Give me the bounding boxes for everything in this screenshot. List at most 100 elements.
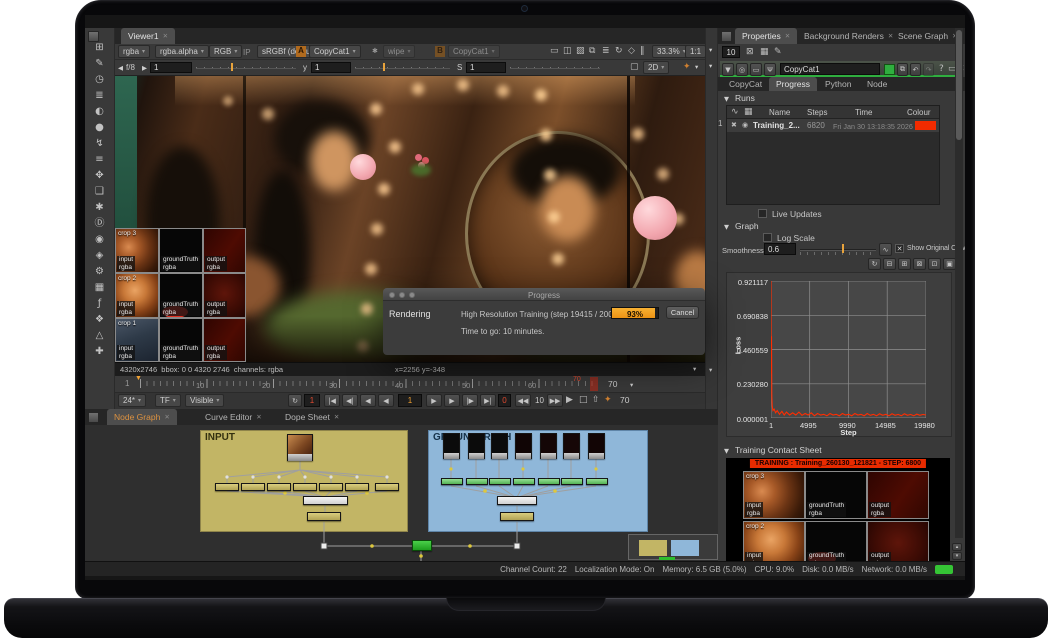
- range-end-marker[interactable]: [590, 377, 598, 391]
- close-icon[interactable]: ✕: [256, 413, 261, 421]
- fstop-prev-icon[interactable]: ◀: [118, 64, 123, 72]
- proxy-icon[interactable]: ◫: [563, 47, 572, 56]
- column-steps[interactable]: Steps: [807, 108, 827, 117]
- tab-dope-sheet[interactable]: Dope Sheet✕: [278, 409, 346, 425]
- tab-curve-editor[interactable]: Curve Editor✕: [198, 409, 269, 425]
- pane-menu-icon[interactable]: [88, 412, 99, 423]
- alpha-layer-select[interactable]: rgba.alpha▾: [155, 45, 209, 58]
- help-icon[interactable]: ?: [939, 65, 944, 74]
- run-visible-icon[interactable]: ◉: [742, 122, 748, 129]
- crop-node[interactable]: [241, 483, 265, 491]
- pencil-icon[interactable]: ✎: [774, 48, 782, 57]
- pause-icon[interactable]: ‖: [640, 47, 645, 56]
- collapse-toolbar-icon[interactable]: ▾: [695, 63, 698, 71]
- step-back-button[interactable]: ◀: [378, 394, 394, 407]
- gamma-slider[interactable]: [355, 67, 450, 69]
- redo-icon[interactable]: ↷: [923, 63, 934, 76]
- smoothness-field[interactable]: 0.6: [764, 243, 796, 255]
- gain-slider[interactable]: [196, 67, 296, 69]
- smoothness-slider-handle[interactable]: [842, 244, 844, 253]
- gain-slider-handle[interactable]: [231, 63, 233, 71]
- other-icon[interactable]: ▦: [85, 280, 114, 296]
- input-process-icon[interactable]: ✦: [683, 63, 691, 72]
- loop-button[interactable]: ↻: [288, 394, 302, 407]
- in-frame-field[interactable]: 1: [304, 394, 320, 407]
- panel-scrollbar[interactable]: [955, 28, 963, 538]
- info-bar-chevron-icon[interactable]: ▾: [693, 365, 696, 373]
- help-icon[interactable]: ✚: [85, 344, 114, 360]
- scroll-down-button[interactable]: ▾: [952, 552, 962, 560]
- crop-node[interactable]: [375, 483, 399, 491]
- wipe-mode-icon[interactable]: ✱: [372, 48, 378, 55]
- node-name-field[interactable]: CopyCat1: [780, 63, 880, 75]
- read-node-gt[interactable]: [468, 433, 485, 459]
- runs-table[interactable]: ∿ ▦ Name Steps Time Colour ✖ ◉ Training_…: [726, 105, 940, 205]
- lock-range-icon[interactable]: ⇧: [592, 396, 600, 405]
- undo-icon[interactable]: ↶: [910, 63, 921, 76]
- grade-node[interactable]: [466, 478, 488, 485]
- copycat-node[interactable]: [412, 540, 432, 551]
- tab-python[interactable]: Python: [818, 77, 858, 91]
- play-backward-button[interactable]: ◀: [360, 394, 376, 407]
- pane-menu-icon[interactable]: [88, 31, 99, 42]
- filter-icon[interactable]: ●: [85, 120, 114, 136]
- grade-node[interactable]: [489, 478, 511, 485]
- keyer-icon[interactable]: ↯: [85, 136, 114, 152]
- delete-run-icon[interactable]: ✖: [731, 122, 737, 129]
- threed-icon[interactable]: ❑: [85, 184, 114, 200]
- grade-node[interactable]: [441, 478, 463, 485]
- pane-menu-icon[interactable]: [721, 31, 732, 42]
- training-contact-sheet[interactable]: TRAINING : Training_260130_121821 - STEP…: [726, 458, 950, 561]
- grid-icon[interactable]: ▦: [760, 48, 769, 57]
- column-colour[interactable]: Colour: [907, 108, 931, 117]
- frame-selected-icon[interactable]: ⊠: [913, 258, 926, 270]
- tab-node[interactable]: Node: [860, 77, 894, 91]
- scroll-up-button[interactable]: ▴: [952, 543, 962, 551]
- divider-chevron-icon[interactable]: ▾: [709, 62, 712, 70]
- smoothness-slider[interactable]: [800, 249, 876, 251]
- close-icon[interactable]: ✕: [334, 413, 339, 421]
- crop-node[interactable]: [345, 483, 369, 491]
- localization-icon[interactable]: ✦: [604, 396, 612, 405]
- clip-warning-icon[interactable]: ◇: [628, 47, 635, 56]
- prev-keyframe-button[interactable]: ◀|: [342, 394, 358, 407]
- ruler-chevron-icon[interactable]: ▾: [630, 381, 633, 389]
- close-icon[interactable]: ✕: [163, 32, 168, 40]
- run-colour-swatch[interactable]: [915, 121, 936, 130]
- zoom-out-icon[interactable]: ⊟: [883, 258, 896, 270]
- live-updates-checkbox[interactable]: [758, 209, 767, 218]
- crop-node[interactable]: [293, 483, 317, 491]
- pane-divider[interactable]: ▾ ▾ ▾: [705, 28, 718, 409]
- views-icon[interactable]: ◉: [85, 232, 114, 248]
- visibility-select[interactable]: Visible▾: [185, 394, 224, 407]
- read-node-gt[interactable]: [491, 433, 508, 459]
- gain-field[interactable]: 1: [150, 62, 192, 73]
- read-node-gt[interactable]: [588, 433, 605, 459]
- tab-node-graph[interactable]: Node Graph✕: [107, 409, 177, 425]
- channels-icon[interactable]: ≣: [602, 47, 610, 56]
- read-node-gt[interactable]: [540, 433, 557, 459]
- timeline-mode-select[interactable]: TF▾: [155, 394, 181, 407]
- collapse-runs-icon[interactable]: ▼: [724, 95, 729, 103]
- log-scale-checkbox[interactable]: [763, 233, 772, 242]
- render-icon[interactable]: △: [85, 328, 114, 344]
- lock-icon[interactable]: ⊠: [746, 48, 754, 57]
- divider-chevron-icon[interactable]: ▾: [709, 366, 712, 374]
- collapse-panel-button[interactable]: ▼: [722, 63, 734, 76]
- zoom-in-icon[interactable]: ⊞: [898, 258, 911, 270]
- tab-copycat[interactable]: CopyCat: [722, 77, 769, 91]
- tab-background-renders[interactable]: Background Renders✕: [797, 28, 900, 44]
- ip-toggle[interactable]: IP: [243, 48, 251, 57]
- run-row[interactable]: ✖ ◉ Training_2... 6820 Fri Jan 30 13:18:…: [727, 119, 939, 132]
- goto-start-button[interactable]: |◀: [324, 394, 340, 407]
- read-node-input[interactable]: [287, 434, 313, 461]
- layer-select[interactable]: rgba▾: [118, 45, 150, 58]
- gamma-slider-handle[interactable]: [383, 63, 385, 71]
- frame-skip-value[interactable]: 10: [535, 396, 544, 405]
- wipe-overlay-icon[interactable]: ⧉: [589, 47, 595, 56]
- playback-mode-icon[interactable]: ▶: [566, 396, 573, 405]
- copy-icon[interactable]: ⧉: [897, 63, 908, 76]
- panel-scrollbar-thumb[interactable]: [956, 30, 962, 140]
- time-icon[interactable]: ◷: [85, 72, 114, 88]
- shuffle-node[interactable]: [307, 512, 341, 521]
